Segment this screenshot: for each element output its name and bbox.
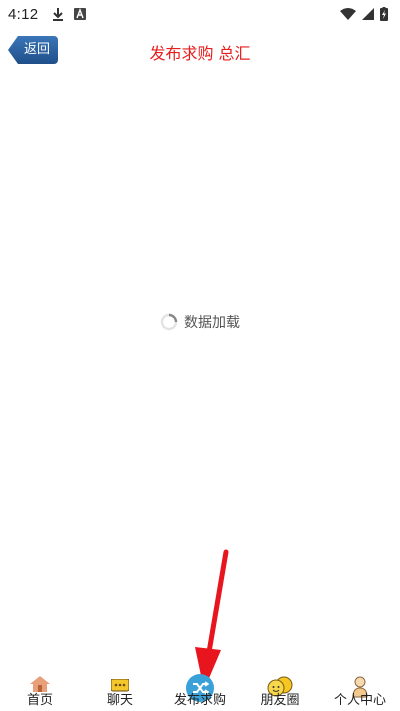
nav-label-friends: 朋友圈 xyxy=(260,693,300,708)
battery-charging-icon xyxy=(380,7,388,21)
signal-icon xyxy=(362,8,374,20)
wifi-icon xyxy=(340,8,356,20)
status-right-icons xyxy=(340,7,392,21)
status-bar: 4:12 xyxy=(0,0,400,28)
nav-item-profile[interactable]: 个人中心 xyxy=(320,672,400,711)
nav-item-chat[interactable]: 聊天 xyxy=(80,672,160,711)
bottom-nav: 首页 聊天 发布求购 朋友圈 个人中心 xyxy=(0,672,400,711)
loading-text: 数据加载 xyxy=(184,315,240,331)
nav-item-friends[interactable]: 朋友圈 xyxy=(240,672,320,711)
page-title: 发布求购 总汇 xyxy=(149,44,251,63)
status-time: 4:12 xyxy=(8,5,39,23)
annotation-arrow-icon xyxy=(195,549,229,690)
download-icon xyxy=(53,8,64,21)
home-icon xyxy=(30,676,50,692)
status-left-icons xyxy=(52,7,87,21)
app-header: 返回 发布求购 总汇 xyxy=(0,30,400,70)
nav-label-profile: 个人中心 xyxy=(333,693,386,708)
nav-label-chat: 聊天 xyxy=(106,693,133,708)
nav-item-publish[interactable]: 发布求购 xyxy=(160,672,240,711)
screen: 4:12 返回 发布求购 总汇 数据加载 首页 聊天 发布求购 朋友圈 个人中心 xyxy=(0,0,400,711)
chat-icon xyxy=(111,679,129,692)
nav-label-publish: 发布求购 xyxy=(173,693,226,708)
spinner-icon xyxy=(160,313,178,331)
loading-indicator: 数据加载 xyxy=(0,312,400,332)
nav-label-home: 首页 xyxy=(26,693,53,708)
app-notification-icon xyxy=(74,8,87,20)
nav-item-home[interactable]: 首页 xyxy=(0,672,80,711)
